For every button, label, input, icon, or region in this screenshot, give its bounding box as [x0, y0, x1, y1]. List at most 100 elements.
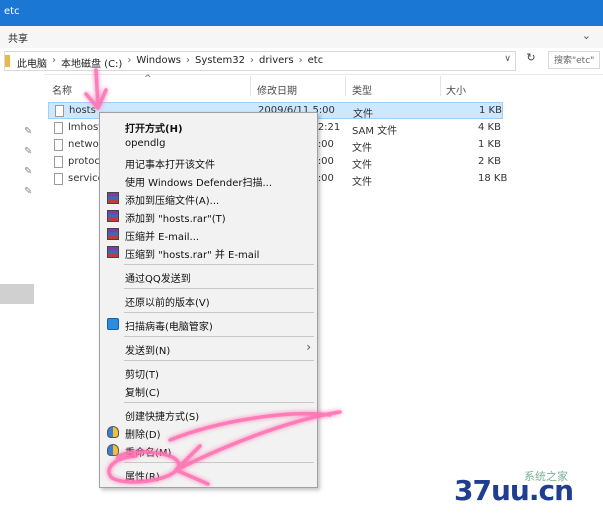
- menu-separator: [124, 402, 314, 403]
- file-icon: [54, 122, 63, 134]
- menu-item-label: 重命名(M): [125, 448, 172, 459]
- file-type: 文件: [353, 109, 373, 120]
- menu-separator: [124, 336, 314, 337]
- menu-item-send-to[interactable]: 发送到(N) ›: [100, 339, 317, 357]
- file-icon: [54, 173, 63, 185]
- uac-shield-icon: [107, 426, 119, 438]
- winrar-icon: [107, 210, 119, 222]
- watermark-logo: 系统之家 37uu.cn: [452, 468, 600, 512]
- breadcrumb-separator: ›: [298, 55, 303, 66]
- search-input[interactable]: 搜索"etc": [548, 51, 600, 69]
- menu-item-label: 用记事本打开该文件: [125, 160, 215, 171]
- column-header-type[interactable]: 类型: [352, 82, 372, 97]
- refresh-icon[interactable]: ↻: [521, 51, 541, 69]
- menu-item-label: 使用 Windows Defender扫描...: [125, 178, 273, 189]
- file-type: SAM 文件: [352, 126, 398, 137]
- column-divider[interactable]: [345, 76, 346, 96]
- column-header-modified[interactable]: 修改日期: [257, 82, 297, 97]
- column-divider[interactable]: [440, 76, 441, 96]
- pin-icon[interactable]: ✎: [24, 126, 32, 137]
- menu-separator: [124, 360, 314, 361]
- address-row: 此电脑 › 本地磁盘 (C:) › Windows › System32 › d…: [0, 48, 603, 75]
- menu-item-opendlg[interactable]: opendlg: [100, 135, 317, 153]
- winrar-icon: [107, 192, 119, 204]
- menu-item-defender-scan[interactable]: 使用 Windows Defender扫描...: [100, 171, 317, 189]
- folder-icon: [5, 55, 10, 67]
- menu-item-label: 剪切(T): [125, 370, 159, 381]
- menu-item-label: 属性(R): [125, 472, 160, 483]
- breadcrumb-etc[interactable]: etc: [308, 55, 324, 70]
- ribbon: 共享 ⌄: [0, 26, 603, 49]
- menu-item-label: 还原以前的版本(V): [125, 298, 210, 309]
- breadcrumb-this-pc[interactable]: 此电脑: [17, 55, 47, 70]
- address-bar[interactable]: 此电脑 › 本地磁盘 (C:) › Windows › System32 › d…: [4, 51, 516, 71]
- chevron-down-icon[interactable]: ⌄: [582, 29, 591, 42]
- breadcrumb-separator: ›: [127, 55, 132, 66]
- menu-item-label: 通过QQ发送到: [125, 274, 191, 285]
- menu-item-send-qq[interactable]: 通过QQ发送到: [100, 267, 317, 285]
- menu-separator: [124, 312, 314, 313]
- title-bar: etc: [0, 0, 603, 26]
- shield-icon: [107, 318, 119, 330]
- menu-item-label: 发送到(N): [125, 346, 171, 357]
- menu-item-properties[interactable]: 属性(R): [100, 465, 317, 483]
- winrar-icon: [107, 246, 119, 258]
- menu-item-compress-email[interactable]: 压缩并 E-mail...: [100, 225, 317, 243]
- watermark-text: 37uu.cn: [454, 474, 574, 507]
- menu-item-create-shortcut[interactable]: 创建快捷方式(S): [100, 405, 317, 423]
- menu-separator: [124, 288, 314, 289]
- file-icon: [55, 105, 64, 117]
- menu-item-label: 删除(D): [125, 430, 161, 441]
- file-type: 文件: [352, 160, 372, 171]
- chevron-down-icon[interactable]: ∨: [504, 54, 511, 64]
- file-type: 文件: [352, 143, 372, 154]
- breadcrumb-local-disk[interactable]: 本地磁盘 (C:): [61, 55, 122, 70]
- breadcrumb-separator: ›: [185, 55, 190, 66]
- breadcrumb-system32[interactable]: System32: [195, 55, 245, 70]
- file-icon: [54, 156, 63, 168]
- file-name: hosts: [69, 105, 96, 116]
- file-size: 2 KB: [478, 156, 501, 167]
- column-header-size[interactable]: 大小: [446, 82, 466, 97]
- breadcrumb-windows[interactable]: Windows: [136, 55, 181, 70]
- file-size: 1 KB: [478, 139, 501, 150]
- menu-item-label: 创建快捷方式(S): [125, 412, 200, 423]
- tab-share[interactable]: 共享: [8, 30, 28, 45]
- menu-item-restore[interactable]: 还原以前的版本(V): [100, 291, 317, 309]
- menu-item-open-notepad[interactable]: 用记事本打开该文件: [100, 153, 317, 171]
- menu-item-label: 复制(C): [125, 388, 160, 399]
- menu-separator: [124, 462, 314, 463]
- column-divider[interactable]: [250, 76, 251, 96]
- pin-icon[interactable]: ✎: [24, 166, 32, 177]
- menu-item-cut[interactable]: 剪切(T): [100, 363, 317, 381]
- context-menu: 打开方式(H) opendlg 用记事本打开该文件 使用 Windows Def…: [99, 112, 318, 488]
- menu-item-compress-rar-email[interactable]: 压缩到 "hosts.rar" 并 E-mail: [100, 243, 317, 261]
- menu-item-virus-scan[interactable]: 扫描病毒(电脑管家): [100, 315, 317, 333]
- column-header-name[interactable]: 名称: [52, 82, 72, 97]
- menu-item-delete[interactable]: 删除(D): [100, 423, 317, 441]
- sort-ascending-icon: ^: [144, 74, 152, 84]
- menu-item-label: 添加到 "hosts.rar"(T): [125, 214, 226, 225]
- pin-icon[interactable]: ✎: [24, 186, 32, 197]
- menu-item-label: 添加到压缩文件(A)...: [125, 196, 220, 207]
- breadcrumb-drivers[interactable]: drivers: [259, 55, 294, 70]
- winrar-icon: [107, 228, 119, 240]
- file-size: 18 KB: [478, 173, 508, 184]
- menu-item-add-archive[interactable]: 添加到压缩文件(A)...: [100, 189, 317, 207]
- breadcrumb-separator: ›: [52, 55, 56, 66]
- menu-item-rename[interactable]: 重命名(M): [100, 441, 317, 459]
- menu-item-copy[interactable]: 复制(C): [100, 381, 317, 399]
- pin-icon[interactable]: ✎: [24, 146, 32, 157]
- file-size: 1 KB: [479, 105, 502, 116]
- breadcrumb-separator: ›: [250, 55, 254, 66]
- file-size: 4 KB: [478, 122, 501, 133]
- column-header-row: 名称 修改日期 类型 大小: [0, 74, 603, 97]
- menu-item-label: 打开方式(H): [125, 124, 183, 135]
- chevron-right-icon: ›: [306, 340, 311, 354]
- nav-selected-item[interactable]: [0, 284, 34, 304]
- menu-item-label: 压缩到 "hosts.rar" 并 E-mail: [125, 250, 260, 261]
- menu-item-add-rar[interactable]: 添加到 "hosts.rar"(T): [100, 207, 317, 225]
- breadcrumb: 此电脑 › 本地磁盘 (C:) › Windows › System32 › d…: [17, 55, 323, 70]
- menu-item-label: 扫描病毒(电脑管家): [125, 322, 213, 333]
- menu-item-open-with[interactable]: 打开方式(H): [100, 117, 317, 135]
